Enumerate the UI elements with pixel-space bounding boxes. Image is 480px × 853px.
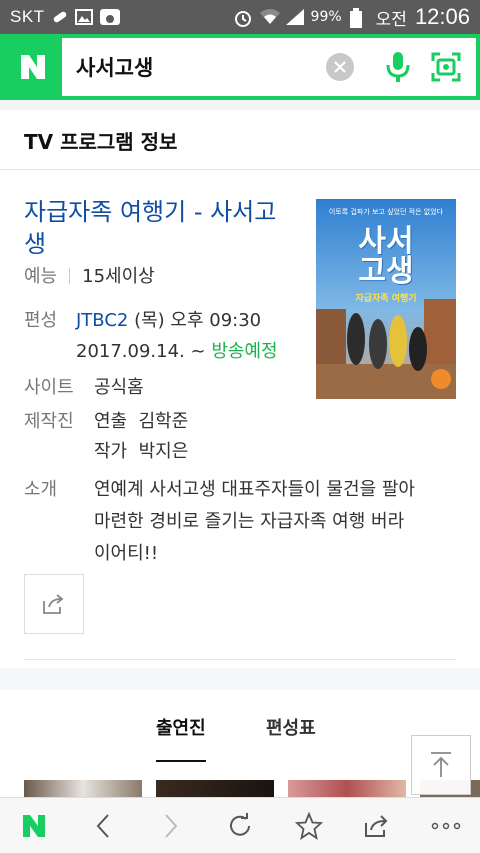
naver-n-icon bbox=[23, 814, 46, 837]
forward-button[interactable] bbox=[149, 804, 193, 848]
schedule-time: (목) 오후 09:30 bbox=[134, 310, 262, 331]
intro-label: 소개 bbox=[24, 479, 58, 500]
naver-n-icon bbox=[21, 55, 45, 79]
refresh-icon bbox=[230, 812, 250, 836]
carrier-label: SKT bbox=[10, 7, 45, 26]
tab-schedule[interactable]: 편성표 bbox=[266, 714, 316, 740]
naver-logo[interactable] bbox=[4, 38, 62, 96]
section-gap bbox=[0, 100, 480, 110]
genre-rating-row: 예능 15세이상 bbox=[24, 262, 155, 288]
share-button[interactable] bbox=[24, 574, 84, 634]
writer-role: 작가 bbox=[94, 441, 128, 462]
battery-icon bbox=[349, 8, 368, 28]
program-title-link[interactable]: 자급자족 여행기 - 사서고생 bbox=[24, 196, 296, 260]
intro-line-2: 마련한 경비로 즐기는 자급자족 여행 버라 bbox=[94, 511, 405, 532]
share-icon bbox=[43, 594, 64, 614]
lens-icon bbox=[431, 52, 461, 82]
crew-label: 제작진 bbox=[24, 411, 74, 432]
schedule-line: JTBC2 (목) 오후 09:30 bbox=[76, 306, 261, 332]
chevron-right-icon bbox=[165, 813, 178, 838]
ampm-label: 오전 bbox=[375, 9, 407, 30]
chevron-left-icon bbox=[96, 813, 109, 838]
clock: 12:06 bbox=[414, 4, 470, 29]
intro-line-1: 연예계 사서고생 대표주자들이 물건을 팔아 bbox=[94, 479, 415, 500]
bandage-icon bbox=[51, 8, 69, 26]
intro-line-3: 이어티!! bbox=[94, 543, 159, 564]
poster-title-line1: 사서 bbox=[358, 224, 414, 259]
more-button[interactable] bbox=[424, 804, 468, 848]
program-tabs: 출연진 편성표 bbox=[0, 690, 480, 762]
scroll-to-top-button[interactable] bbox=[411, 735, 471, 795]
share-page-button[interactable] bbox=[355, 804, 399, 848]
divider bbox=[24, 659, 456, 660]
bookmark-button[interactable] bbox=[287, 804, 331, 848]
clear-icon bbox=[334, 61, 346, 73]
writer-row: 작가 박지은 bbox=[94, 437, 188, 463]
broadcast-status: 방송예정 bbox=[211, 341, 278, 362]
more-dots-icon bbox=[431, 822, 460, 829]
writer-name: 박지은 bbox=[138, 441, 189, 462]
official-site-link[interactable]: 공식홈 bbox=[94, 373, 144, 399]
back-button[interactable] bbox=[81, 804, 125, 848]
wifi-icon bbox=[259, 8, 280, 26]
director-row: 연출 김학준 bbox=[94, 407, 188, 433]
signal-icon bbox=[285, 8, 304, 26]
start-date: 2017.09.14. ~ bbox=[76, 341, 206, 362]
poster-title-line2: 고생 bbox=[358, 254, 414, 289]
share-icon bbox=[365, 814, 388, 837]
clear-search-button[interactable] bbox=[326, 53, 354, 81]
search-bar: 사서고생 bbox=[4, 38, 476, 96]
section-gap bbox=[0, 668, 480, 690]
director-name: 김학준 bbox=[138, 411, 189, 432]
schedule-label: 편성 bbox=[24, 310, 58, 331]
search-header: 사서고생 bbox=[0, 34, 480, 100]
poster-subtitle: 자급자족 여행기 bbox=[355, 294, 417, 304]
schedule-date-line: 2017.09.14. ~ 방송예정 bbox=[76, 337, 278, 363]
status-bar: SKT 99% 오전 12:06 bbox=[0, 0, 480, 34]
battery-percent: 99% bbox=[310, 9, 342, 25]
arrow-up-to-line-icon bbox=[431, 752, 451, 777]
site-label: 사이트 bbox=[24, 377, 74, 398]
divider bbox=[0, 169, 480, 170]
meta-divider bbox=[69, 268, 71, 284]
gallery-icon bbox=[74, 8, 93, 26]
director-role: 연출 bbox=[94, 411, 128, 432]
program-poster[interactable]: 이토록 겁파가 보고 싶었던 적은 없었다 사서 고생 자급자족 여행기 bbox=[316, 199, 456, 399]
age-rating: 15세이상 bbox=[82, 266, 155, 287]
refresh-button[interactable] bbox=[218, 804, 262, 848]
poster-tagline: 이토록 겁파가 보고 싶었던 적은 없었다 bbox=[328, 208, 444, 216]
alarm-icon bbox=[233, 8, 251, 27]
lens-search-button[interactable] bbox=[426, 47, 466, 87]
search-input[interactable]: 사서고생 bbox=[62, 52, 326, 82]
home-button[interactable] bbox=[12, 804, 56, 848]
star-icon bbox=[294, 811, 323, 840]
channel-link[interactable]: JTBC2 bbox=[76, 310, 128, 331]
badge-icon bbox=[99, 8, 120, 26]
section-title: TV 프로그램 정보 bbox=[24, 130, 178, 154]
microphone-icon bbox=[386, 52, 410, 82]
browser-bottom-bar bbox=[0, 797, 480, 853]
genre-label: 예능 bbox=[24, 266, 58, 287]
voice-search-button[interactable] bbox=[378, 47, 418, 87]
tab-cast[interactable]: 출연진 bbox=[156, 714, 206, 762]
